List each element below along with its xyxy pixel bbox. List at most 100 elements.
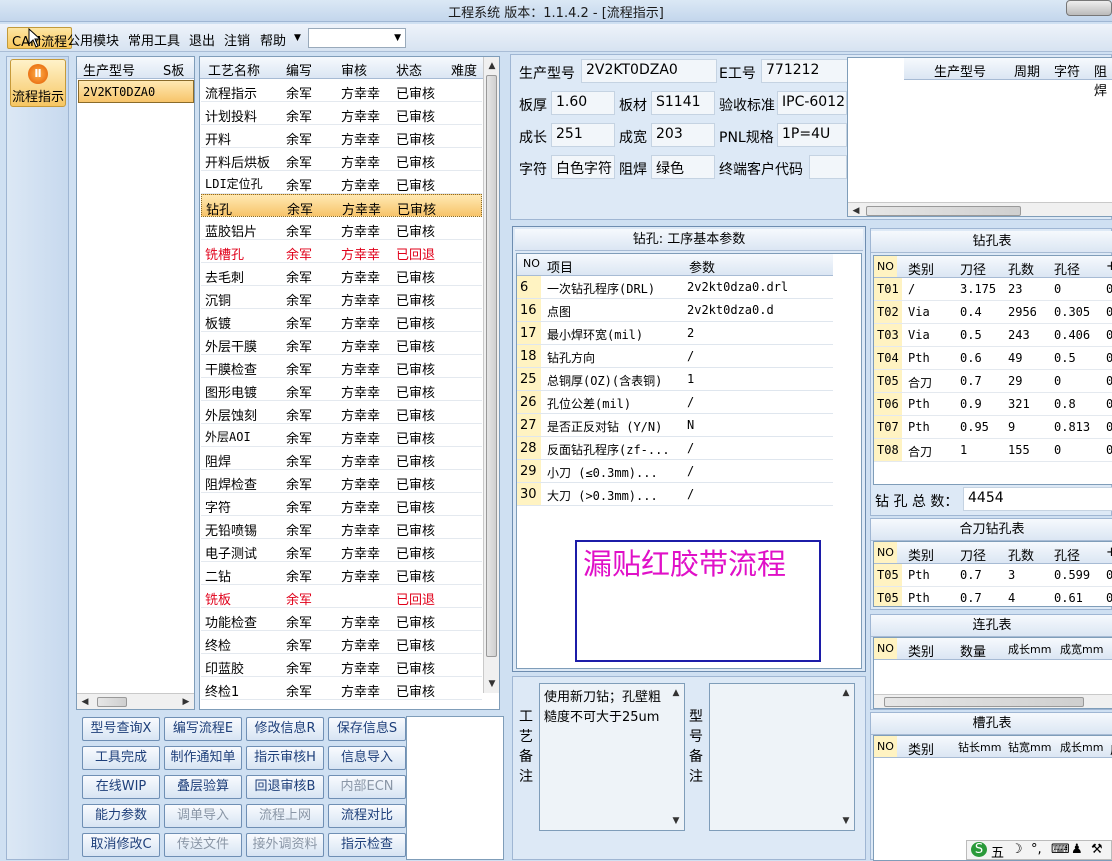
menu-logout[interactable]: 注销 [224, 30, 250, 49]
column-header-model[interactable]: 生产型号 [83, 60, 135, 79]
drill-row[interactable]: T03 Via 0.5 243 0.406 0 [874, 324, 1112, 347]
scroll-thumb[interactable] [97, 697, 127, 707]
column-header-cycle[interactable]: 周期 [1014, 61, 1040, 80]
action-button[interactable]: 保存信息S [328, 717, 406, 741]
menu-common-tools[interactable]: 常用工具 [128, 30, 180, 49]
process-row[interactable]: 二钻 余军 方幸幸 已审核 [201, 562, 482, 585]
action-button[interactable]: 制作通知单 [164, 746, 242, 770]
action-button[interactable]: 调单导入 [164, 804, 242, 828]
column-header[interactable]: 类别 [908, 259, 934, 278]
menu-exit[interactable]: 退出 [189, 30, 215, 49]
process-row[interactable]: 电子测试 余军 方幸幸 已审核 [201, 539, 482, 562]
param-row[interactable]: 6 一次钻孔程序(DRL) 2v2kt0dza0.drl [517, 276, 833, 299]
flow-indicator-button[interactable]: Ⅱ 流程指示 [10, 59, 66, 107]
process-row[interactable]: 铣槽孔 余军 方幸幸 已回退 [201, 240, 482, 263]
action-button[interactable]: 流程上网 [246, 804, 324, 828]
column-header-s-board[interactable]: S板 [163, 60, 184, 79]
column-header-no[interactable]: NO [523, 257, 540, 270]
punctuation-icon[interactable]: °, [1031, 842, 1042, 857]
process-row[interactable]: 终检1 余军 方幸幸 已审核 [201, 677, 482, 700]
action-button[interactable]: 取消修改C [82, 833, 160, 857]
scroll-thumb[interactable] [884, 697, 1084, 707]
process-row[interactable]: 计划投料 余军 方幸幸 已审核 [201, 102, 482, 125]
action-button[interactable]: 传送文件 [164, 833, 242, 857]
column-header-mask[interactable]: 阻焊 [1094, 61, 1112, 99]
scroll-left-icon[interactable]: ◀ [849, 204, 863, 216]
process-remark-textarea[interactable]: 使用新刀钻；孔壁粗糙度不可大于25um ▲ ▼ [539, 683, 685, 831]
process-row[interactable]: 无铅喷锡 余军 方幸幸 已审核 [201, 516, 482, 539]
process-row[interactable]: 蓝胶铝片 余军 方幸幸 已审核 [201, 217, 482, 240]
scroll-up-icon[interactable]: ▲ [839, 686, 853, 700]
process-row[interactable]: 板镀 余军 方幸幸 已审核 [201, 309, 482, 332]
column-header[interactable]: 类别 [908, 545, 934, 564]
param-row[interactable]: 26 孔位公差(mil) / [517, 391, 833, 414]
column-header[interactable]: NO [874, 542, 897, 563]
scroll-up-icon[interactable]: ▲ [485, 59, 499, 73]
process-row[interactable]: 印蓝胶 余军 方幸幸 已审核 [201, 654, 482, 677]
process-row[interactable]: 外层干膜 余军 方幸幸 已审核 [201, 332, 482, 355]
column-header[interactable]: + [1106, 545, 1112, 560]
column-header[interactable]: NO [874, 638, 897, 659]
user-icon[interactable]: ♟ [1071, 842, 1083, 857]
column-header[interactable]: 刀径 [960, 259, 986, 278]
action-button[interactable]: 回退审核B [246, 775, 324, 799]
column-header[interactable]: 类别 [908, 739, 934, 758]
process-row[interactable]: 开料后烘板 余军 方幸幸 已审核 [201, 148, 482, 171]
module-combo[interactable]: ▼ [308, 28, 406, 48]
chevron-down-icon[interactable]: ▼ [294, 33, 301, 43]
process-row[interactable]: 字符 余军 方幸幸 已审核 [201, 493, 482, 516]
column-header-difficulty[interactable]: 难度 [451, 60, 477, 79]
param-row[interactable]: 18 钻孔方向 / [517, 345, 833, 368]
model-list-horizontal-scrollbar[interactable]: ◀ ▶ [77, 693, 194, 709]
process-row[interactable]: 开料 余军 方幸幸 已审核 [201, 125, 482, 148]
menu-public-module[interactable]: 公用模块 [67, 30, 119, 49]
process-row[interactable]: 外层蚀刻 余军 方幸幸 已审核 [201, 401, 482, 424]
column-header-param[interactable]: 参数 [689, 257, 715, 276]
menu-help[interactable]: 帮助 [260, 30, 286, 49]
column-header[interactable]: 钻长mm [958, 739, 1001, 755]
scroll-left-icon[interactable]: ◀ [78, 695, 92, 709]
sogou-icon[interactable]: S [971, 842, 987, 857]
drill-row[interactable]: T01 / 3.175 23 0 0 [874, 278, 1112, 301]
column-header[interactable]: 类别 [908, 641, 934, 660]
drill-row[interactable]: T05 Pth 0.7 4 0.61 0 [874, 587, 1112, 606]
action-button[interactable]: 信息导入 [328, 746, 406, 770]
window-control-button[interactable] [1066, 0, 1112, 16]
tools-icon[interactable]: ⚒ [1091, 842, 1103, 857]
process-row[interactable]: 去毛刺 余军 方幸幸 已审核 [201, 263, 482, 286]
action-button[interactable]: 内部ECN [328, 775, 406, 799]
column-header[interactable]: 孔径 [1054, 259, 1080, 278]
column-header[interactable]: NO [874, 736, 897, 757]
model-row[interactable]: 2V2KT0DZA0 [78, 80, 194, 103]
model-remark-textarea[interactable]: ▲ ▼ [709, 683, 855, 831]
column-header[interactable]: 孔径 [1054, 545, 1080, 564]
drill-row[interactable]: T08 合刀 1 155 0 0 [874, 439, 1112, 462]
scroll-thumb[interactable] [866, 206, 1021, 216]
param-row[interactable]: 25 总铜厚(OZ)(含表铜) 1 [517, 368, 833, 391]
process-list-vertical-scrollbar[interactable]: ▲ ▼ [483, 57, 499, 693]
process-row[interactable]: 干膜检查 余军 方幸幸 已审核 [201, 355, 482, 378]
keyboard-icon[interactable]: ⌨ [1051, 842, 1070, 857]
column-header[interactable]: NO [874, 256, 897, 277]
drill-row[interactable]: T02 Via 0.4 2956 0.305 0 [874, 301, 1112, 324]
column-header[interactable]: + [1106, 259, 1112, 274]
param-row[interactable]: 17 最小焊环宽(mil) 2 [517, 322, 833, 345]
process-row[interactable]: LDI定位孔 余军 方幸幸 已审核 [201, 171, 482, 194]
scroll-down-icon[interactable]: ▼ [669, 814, 683, 828]
column-header-item[interactable]: 项目 [547, 257, 573, 276]
model-cycle-horizontal-scrollbar[interactable]: ◀ [848, 202, 1112, 216]
column-header-writer[interactable]: 编写 [286, 60, 312, 79]
column-header[interactable]: 钻宽mm [1008, 739, 1051, 755]
column-header[interactable]: 刀径 [960, 545, 986, 564]
action-button[interactable]: 接外调资料 [246, 833, 324, 857]
param-row[interactable]: 27 是否正反对钻 (Y/N) N [517, 414, 833, 437]
param-row[interactable]: 30 大刀 (>0.3mm)... / [517, 483, 833, 506]
process-row[interactable]: 流程指示 余军 方幸幸 已审核 [201, 79, 482, 102]
drill-row[interactable]: T07 Pth 0.95 9 0.813 0 [874, 416, 1112, 439]
process-row[interactable]: 外层AOI 余军 方幸幸 已审核 [201, 424, 482, 447]
column-header[interactable]: 孔数 [1008, 259, 1034, 278]
process-row[interactable]: 钻孔 余军 方幸幸 已审核 [201, 194, 482, 218]
action-button[interactable]: 工具完成 [82, 746, 160, 770]
drill-row[interactable]: T05 合刀 0.7 29 0 0 [874, 370, 1112, 393]
action-button[interactable]: 流程对比 [328, 804, 406, 828]
